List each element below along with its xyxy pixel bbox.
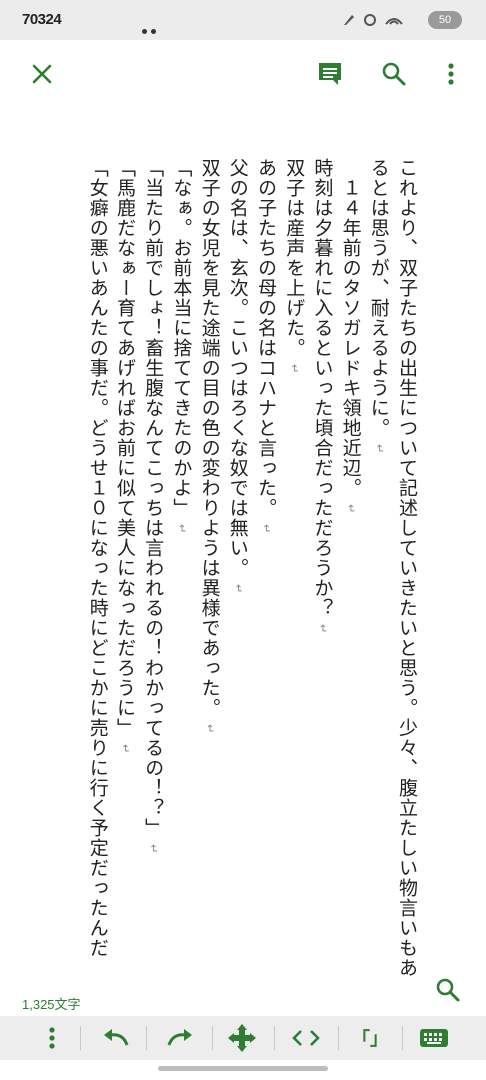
code-tags-button[interactable] xyxy=(286,1022,326,1054)
text-paragraph[interactable]: 「女癖の悪いあんたの事だ。どうせ１０になった時にどこかに売りに行く予定だったんだ xyxy=(84,158,111,988)
top-toolbar xyxy=(0,40,486,108)
divider xyxy=(212,1026,213,1050)
redo-icon xyxy=(167,1029,192,1046)
keyboard-icon xyxy=(420,1029,448,1047)
search-icon xyxy=(382,62,406,86)
text-paragraph[interactable]: １４年前のタソガレドキ領地近辺。 ↵ xyxy=(336,158,364,988)
paragraph-text: 「当たり前でしょ！畜生腹なんてこっちは言われるの！わかってるの！？」 xyxy=(142,158,165,838)
return-mark: ↵ xyxy=(231,584,245,595)
text-paragraph[interactable]: 「当たり前でしょ！畜生腹なんてこっちは言われるの！わかってるの！？」 ↵ xyxy=(139,158,167,988)
return-mark: ↵ xyxy=(372,444,386,455)
paragraph-text: これより、双子たちの出生について記述していきたいと思う。少々、腹立たしい物言いも… xyxy=(367,158,418,978)
keyboard-button[interactable] xyxy=(414,1022,454,1054)
floating-search-button[interactable] xyxy=(432,974,464,1006)
divider xyxy=(274,1026,275,1050)
divider xyxy=(402,1026,403,1050)
move-arrows-icon xyxy=(228,1024,256,1052)
comment-icon xyxy=(319,63,341,85)
more-vert-icon xyxy=(49,1027,55,1049)
home-indicator[interactable] xyxy=(158,1066,328,1071)
code-icon xyxy=(292,1030,320,1046)
paragraph-text: あの子たちの母の名はコハナと言った。 xyxy=(254,158,277,518)
redo-button[interactable] xyxy=(160,1022,200,1054)
paragraph-text: 「女癖の悪いあんたの事だ。どうせ１０になった時にどこかに売りに行く予定だったんだ xyxy=(86,158,109,958)
text-paragraph[interactable]: 時刻は夕暮れに入るといった頃合だっただろうか？ ↵ xyxy=(308,158,336,988)
bottom-toolbar: 「」 xyxy=(0,1016,486,1060)
return-mark: ↵ xyxy=(316,624,330,635)
paragraph-text: 「馬鹿だなぁー育てあげればお前に似て美人になっただろうに」 xyxy=(113,158,136,738)
return-mark: ↵ xyxy=(288,364,302,375)
paragraph-text: 「なぁ。お前本当に捨ててきたのかよ」 xyxy=(170,158,193,518)
editor-screen: 70324 50 これより、双子たちの出生について記述していきたいと思う。少々、… xyxy=(0,0,486,1080)
more-vert-icon xyxy=(448,63,454,85)
text-paragraph[interactable]: 「馬鹿だなぁー育てあげればお前に似て美人になっただろうに」 ↵ xyxy=(111,158,139,988)
vertical-text-body[interactable]: これより、双子たちの出生について記述していきたいと思う。少々、腹立たしい物言いも… xyxy=(84,158,420,988)
divider xyxy=(80,1026,81,1050)
divider xyxy=(338,1026,339,1050)
signal-wifi-icon xyxy=(344,14,403,26)
search-button[interactable] xyxy=(374,54,414,94)
text-editor-area[interactable]: これより、双子たちの出生について記述していきたいと思う。少々、腹立たしい物言いも… xyxy=(0,118,486,988)
divider xyxy=(146,1026,147,1050)
close-icon xyxy=(32,64,52,84)
paragraph-text: 双子の女児を見た途端の目の色の変わりようは異様であった。 xyxy=(198,158,221,718)
bottom-menu-button[interactable] xyxy=(32,1022,72,1054)
text-paragraph[interactable]: 父の名は、玄次。こいつはろくな奴では無い。 ↵ xyxy=(224,158,252,988)
return-mark: ↵ xyxy=(175,524,189,535)
status-time: 70324 xyxy=(22,11,62,28)
paragraph-text: 双子は産声を上げた。 xyxy=(283,158,306,358)
return-mark: ↵ xyxy=(203,724,217,735)
text-paragraph[interactable]: あの子たちの母の名はコハナと言った。 ↵ xyxy=(252,158,280,988)
paragraph-text: １４年前のタソガレドキ領地近辺。 xyxy=(339,177,362,498)
undo-icon xyxy=(104,1029,129,1046)
close-button[interactable] xyxy=(22,54,62,94)
undo-button[interactable] xyxy=(96,1022,136,1054)
paragraph-text: 父の名は、玄次。こいつはろくな奴では無い。 xyxy=(226,158,249,578)
text-paragraph[interactable]: 双子は産声を上げた。 ↵ xyxy=(280,158,308,988)
bracket-button[interactable]: 「」 xyxy=(350,1022,390,1054)
search-icon xyxy=(436,978,460,1002)
status-bar: 70324 50 xyxy=(0,0,486,40)
text-paragraph[interactable]: これより、双子たちの出生について記述していきたいと思う。少々、腹立たしい物言いも… xyxy=(365,158,420,988)
comment-button[interactable] xyxy=(310,54,350,94)
paragraph-text: 時刻は夕暮れに入るといった頃合だっただろうか？ xyxy=(311,158,334,618)
bracket-label: 「」 xyxy=(352,1029,388,1050)
status-icons xyxy=(342,12,422,32)
return-mark: ↵ xyxy=(118,744,132,755)
more-menu-button[interactable] xyxy=(431,54,471,94)
return-mark: ↵ xyxy=(259,524,273,535)
notification-dots xyxy=(142,19,160,38)
return-mark: ↵ xyxy=(344,503,358,515)
battery-indicator: 50 xyxy=(428,11,462,29)
char-count: 1,325文字 xyxy=(22,997,81,1012)
text-paragraph[interactable]: 双子の女児を見た途端の目の色の変わりようは異様であった。 ↵ xyxy=(195,158,223,988)
text-paragraph[interactable]: 「なぁ。お前本当に捨ててきたのかよ」 ↵ xyxy=(167,158,195,988)
return-mark: ↵ xyxy=(147,844,161,855)
move-cursor-button[interactable] xyxy=(222,1022,262,1054)
